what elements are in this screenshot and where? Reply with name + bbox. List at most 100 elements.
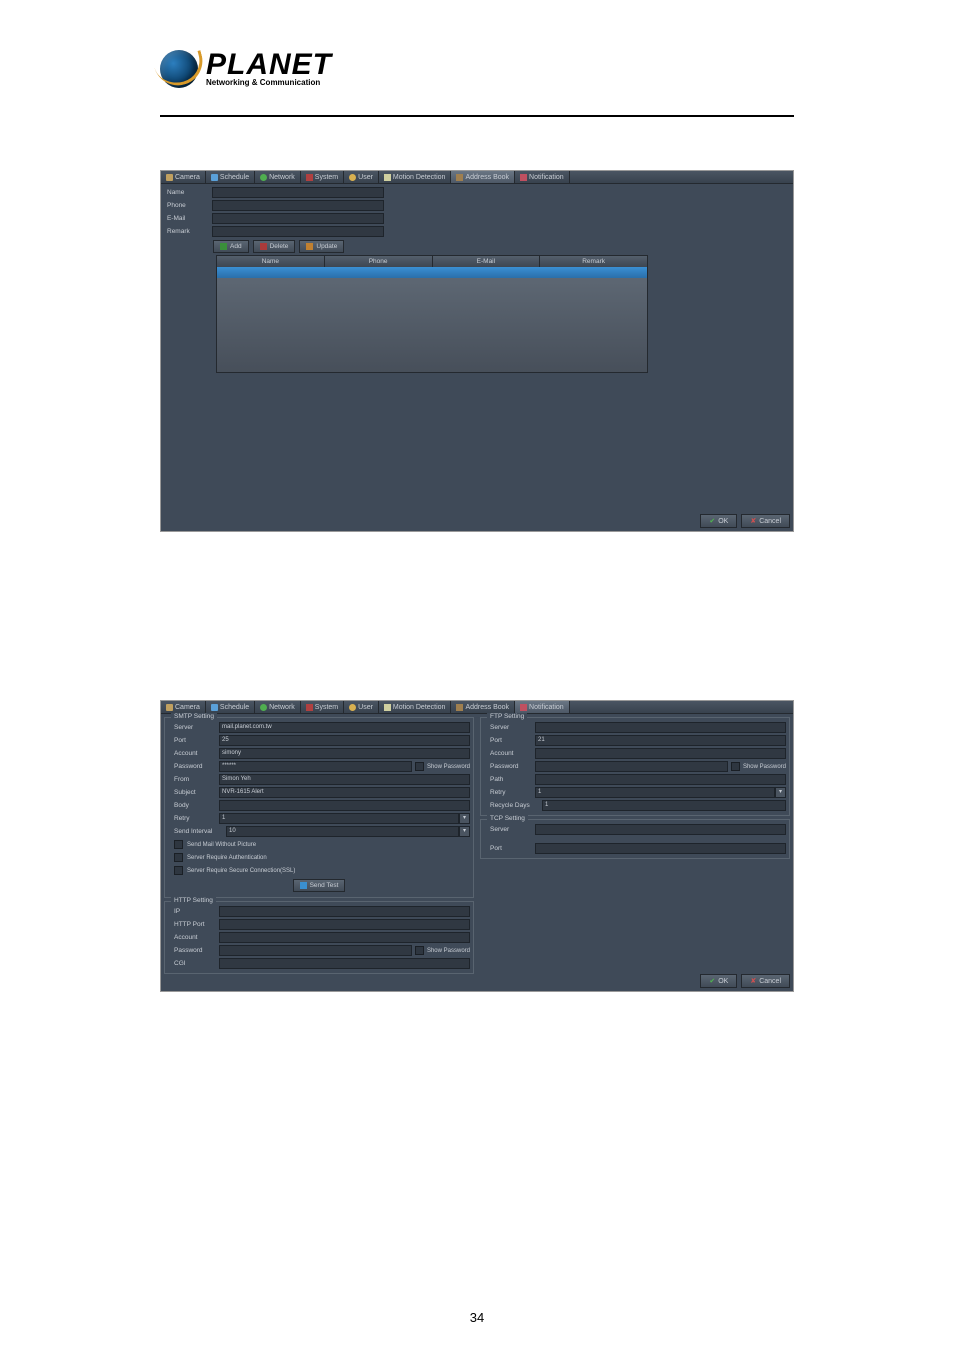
tab-user[interactable]: User [344,171,379,183]
contacts-table: Name Phone E-Mail Remark [216,255,648,373]
col-email[interactable]: E-Mail [433,256,541,267]
tab-motion[interactable]: Motion Detection [379,701,452,713]
http-ip-input[interactable] [219,906,470,917]
ftp-port-input[interactable]: 21 [535,735,786,746]
smtp-port-input[interactable]: 25 [219,735,470,746]
http-cgi-label: CGI [168,960,219,967]
smtp-showpw-label: Show Password [427,764,470,770]
smtp-port-label: Port [168,737,219,744]
globe-icon [160,50,198,88]
planet-logo: PLANET Networking & Communication [160,50,332,88]
email-input[interactable] [212,213,384,224]
smtp-body-label: Body [168,802,219,809]
smtp-password-label: Password [168,763,219,770]
tcp-group: TCP Setting Server Port [480,819,790,859]
col-phone[interactable]: Phone [325,256,433,267]
ftp-port-label: Port [484,737,535,744]
spinner-icon[interactable]: ▾ [459,813,470,824]
http-cgi-input[interactable] [219,958,470,969]
cancel-button[interactable]: ✘Cancel [741,514,790,528]
screenshot-address-book: Camera Schedule Network System User Moti… [160,170,794,532]
delete-button[interactable]: Delete [253,240,296,253]
name-input[interactable] [212,187,384,198]
cancel-button[interactable]: ✘Cancel [741,974,790,988]
col-remark[interactable]: Remark [540,256,647,267]
http-password-input[interactable] [219,945,412,956]
tab-motion[interactable]: Motion Detection [379,171,452,183]
tab-address-book[interactable]: Address Book [451,701,515,713]
notification-icon [520,704,527,711]
ok-button[interactable]: ✔OK [700,514,737,528]
schedule-icon [211,174,218,181]
tcp-port-input[interactable] [535,843,786,854]
phone-input[interactable] [212,200,384,211]
send-test-button[interactable]: Send Test [293,879,346,892]
tab-schedule[interactable]: Schedule [206,171,255,183]
ok-button[interactable]: ✔OK [700,974,737,988]
tab-notification[interactable]: Notification [515,171,570,183]
tab-notification[interactable]: Notification [515,701,570,713]
http-port-input[interactable] [219,919,470,930]
mail-icon [300,882,307,889]
motion-icon [384,704,391,711]
smtp-title: SMTP Setting [171,713,217,720]
ftp-server-input[interactable] [535,722,786,733]
tcp-server-input[interactable] [535,824,786,835]
network-icon [260,174,267,181]
smtp-server-input[interactable]: mail.planet.com.tw [219,722,470,733]
opt1-checkbox[interactable] [174,840,183,849]
smtp-password-input[interactable]: ****** [219,761,412,772]
ftp-retry-input[interactable]: 1 [535,787,775,798]
ftp-path-input[interactable] [535,774,786,785]
motion-icon [384,174,391,181]
http-group: HTTP Setting IP HTTP Port Account Passwo… [164,901,474,974]
plus-icon [220,243,227,250]
col-name[interactable]: Name [217,256,325,267]
tcp-server-label: Server [484,826,535,833]
add-button[interactable]: Add [213,240,249,253]
tab-camera[interactable]: Camera [161,701,206,713]
ftp-password-input[interactable] [535,761,728,772]
tab-schedule[interactable]: Schedule [206,701,255,713]
ftp-showpw-checkbox[interactable] [731,762,740,771]
ftp-title: FTP Setting [487,713,527,720]
smtp-body-input[interactable] [219,800,470,811]
network-icon [260,704,267,711]
remark-input[interactable] [212,226,384,237]
opt2-label: Server Require Authentication [187,855,267,861]
email-label: E-Mail [161,215,212,222]
logo-name: PLANET [206,51,332,78]
smtp-subject-label: Subject [168,789,219,796]
tab-address-book[interactable]: Address Book [451,171,515,183]
address-book-icon [456,704,463,711]
smtp-retry-input[interactable]: 1 [219,813,459,824]
tab-camera[interactable]: Camera [161,171,206,183]
tab-system[interactable]: System [301,171,344,183]
smtp-account-input[interactable]: simony [219,748,470,759]
ftp-recycle-label: Recycle Days [484,802,542,809]
tab-user[interactable]: User [344,701,379,713]
opt3-checkbox[interactable] [174,866,183,875]
phone-label: Phone [161,202,212,209]
smtp-showpw-checkbox[interactable] [415,762,424,771]
smtp-interval-label: Send Interval [168,828,226,835]
x-icon: ✘ [750,517,756,525]
remark-label: Remark [161,228,212,235]
spinner-icon[interactable]: ▾ [775,787,786,798]
ftp-account-input[interactable] [535,748,786,759]
table-row-selected[interactable] [217,267,647,278]
tab-network[interactable]: Network [255,171,301,183]
smtp-interval-input[interactable]: 10 [226,826,459,837]
ftp-path-label: Path [484,776,535,783]
tab-system[interactable]: System [301,701,344,713]
http-showpw-checkbox[interactable] [415,946,424,955]
ftp-recycle-input[interactable]: 1 [542,800,786,811]
update-button[interactable]: Update [299,240,344,253]
smtp-from-input[interactable]: Simon Yeh [219,774,470,785]
spinner-icon[interactable]: ▾ [459,826,470,837]
http-account-input[interactable] [219,932,470,943]
tab-network[interactable]: Network [255,701,301,713]
opt2-checkbox[interactable] [174,853,183,862]
check-icon: ✔ [709,977,715,985]
smtp-subject-input[interactable]: NVR-1615 Alert [219,787,470,798]
